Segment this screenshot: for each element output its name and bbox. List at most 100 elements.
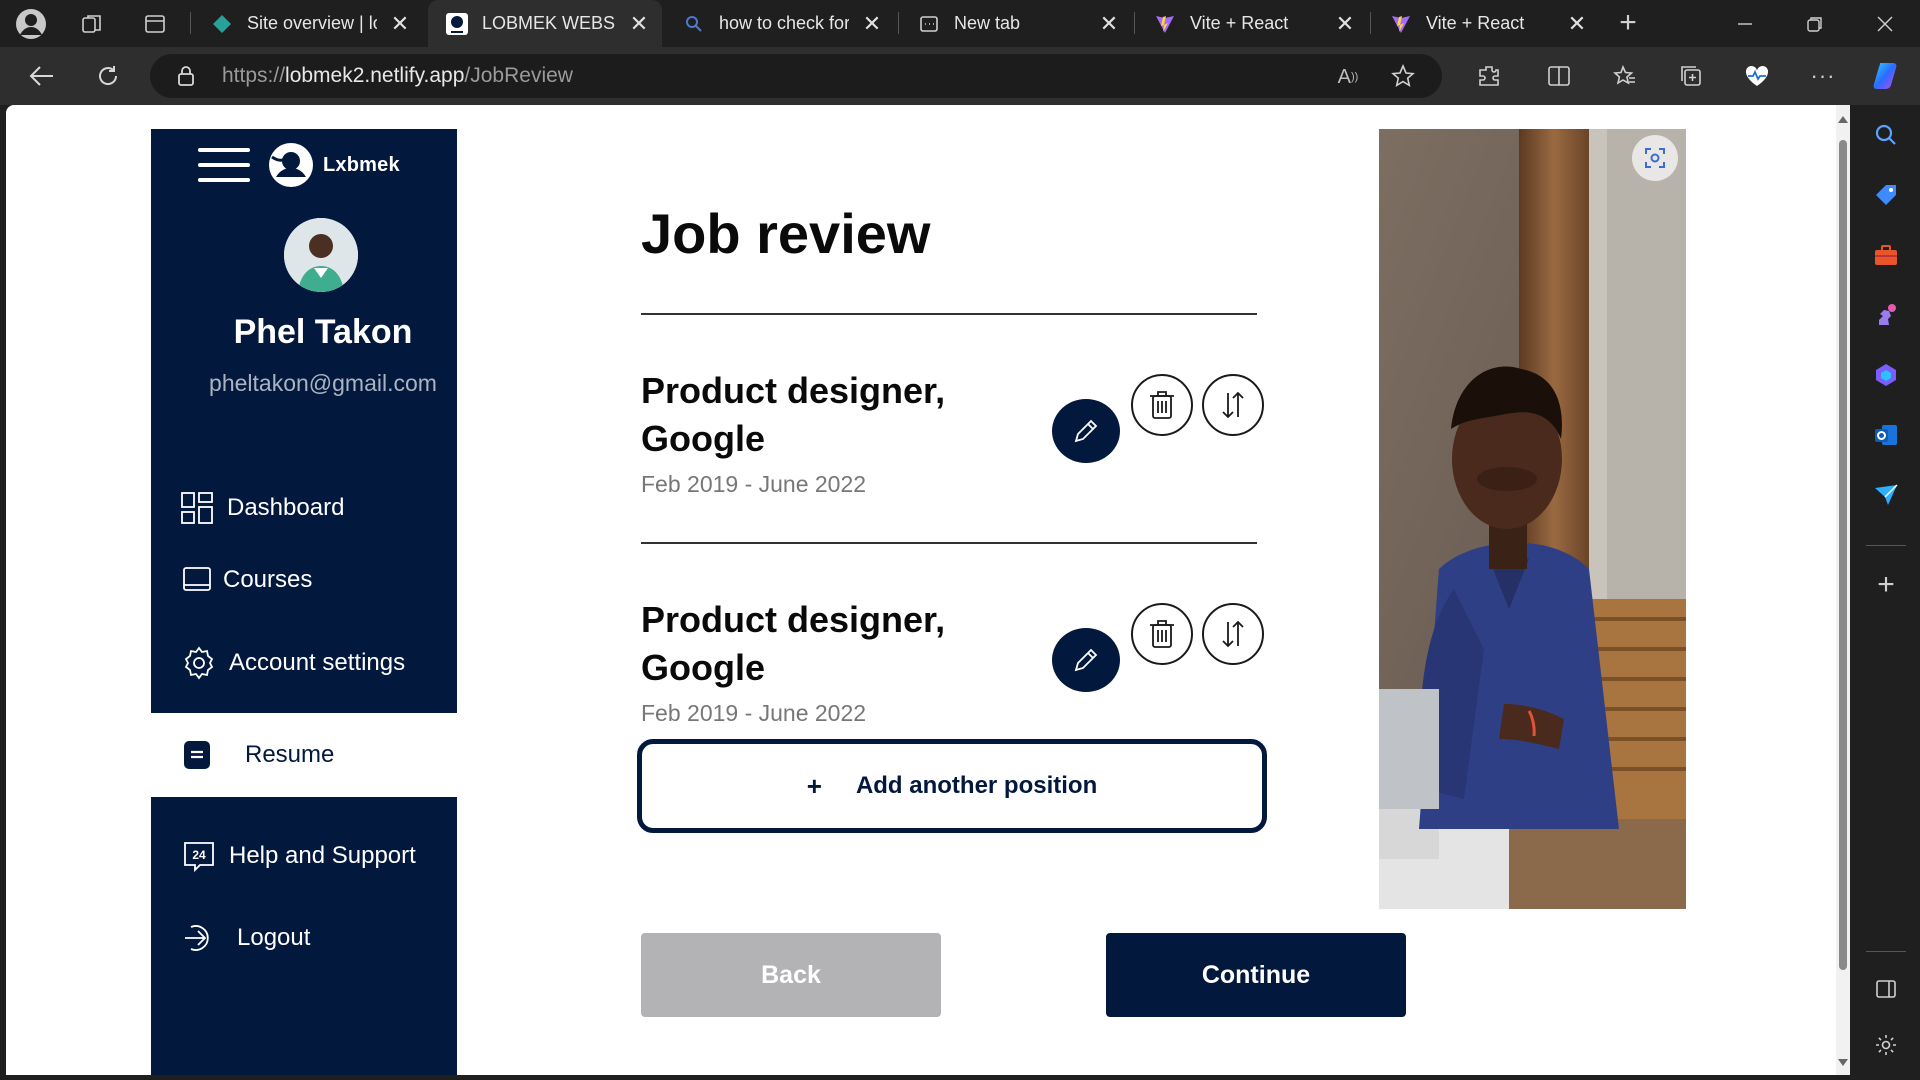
page-title: Job review [641,202,931,265]
support-24-icon: 24 [181,838,217,874]
reorder-button[interactable] [1202,374,1264,436]
url-scheme: https:// [222,64,286,87]
app-sidebar: Lxbmek Phel Takon pheltakon@gmail.com Da… [151,129,457,1075]
tab-close-icon[interactable]: ✕ [1566,11,1588,36]
restore-icon[interactable] [1800,10,1830,38]
browser-tab-bar: Site overview | lo ✕ LOBMEK WEBSITE ✕ ho… [0,0,1920,47]
favorite-star-icon[interactable] [1390,63,1416,89]
delete-button[interactable] [1131,374,1193,436]
tab-separator [1134,12,1135,34]
copilot-small-icon[interactable] [1872,361,1900,389]
vite-icon [1154,13,1176,35]
tab-lobmek-website[interactable]: LOBMEK WEBSITE ✕ [428,0,662,47]
scroll-up-arrow-icon[interactable] [1837,111,1849,123]
hamburger-menu-icon[interactable] [198,148,250,182]
tab-close-icon[interactable]: ✕ [1334,11,1356,36]
edit-button[interactable] [1052,399,1120,463]
collections-icon[interactable] [1676,61,1706,91]
nav-label: Courses [223,566,313,593]
trash-icon [1150,391,1174,419]
logout-icon [181,920,217,956]
favorites-icon[interactable] [1610,61,1640,91]
add-position-button[interactable]: + Add another position [637,739,1267,833]
tab-label: Site overview | lo [247,13,377,33]
netlify-icon [211,13,233,35]
tab-close-icon[interactable]: ✕ [1098,11,1120,36]
url-text[interactable]: https://lobmek2.netlify.app/JobReview [222,64,573,88]
tab-close-icon[interactable]: ✕ [861,11,883,36]
page-scrollbar[interactable] [1836,105,1850,1075]
scrollbar-thumb[interactable] [1839,140,1847,970]
logo[interactable]: Lxbmek [267,141,400,189]
visual-search-icon[interactable] [1632,135,1678,181]
tab-vite-react-1[interactable]: Vite + React ✕ [1136,0,1368,47]
back-button[interactable]: Back [641,933,941,1017]
vite-icon [1390,13,1412,35]
browser-essentials-icon[interactable] [1742,61,1772,91]
nav-item-logout[interactable]: Logout [151,913,457,963]
refresh-icon[interactable] [92,61,124,91]
tab-label: LOBMEK WEBSITE [482,13,616,33]
tab-vite-react-2[interactable]: Vite + React ✕ [1372,0,1600,47]
search-icon [683,13,705,35]
user-email: pheltakon@gmail.com [209,370,437,396]
svg-text:24: 24 [192,848,206,862]
nav-item-account-settings[interactable]: Account settings [151,638,457,688]
add-sidebar-app-icon[interactable]: + [1872,568,1900,601]
split-screen-icon[interactable] [1544,61,1574,91]
edit-button[interactable] [1052,628,1120,692]
shopping-tag-icon[interactable] [1872,181,1900,209]
tab-actions-icon[interactable] [141,10,169,38]
games-chess-icon[interactable] [1872,301,1900,329]
continue-button[interactable]: Continue [1106,933,1406,1017]
nav-item-courses[interactable]: Courses [151,555,457,605]
nav-item-dashboard[interactable]: Dashboard [151,483,457,533]
tab-new-tab[interactable]: New tab ✕ [900,0,1132,47]
reorder-button[interactable] [1202,603,1264,665]
close-window-icon[interactable] [1870,10,1900,38]
hero-photo [1379,129,1686,909]
tools-briefcase-icon[interactable] [1872,241,1900,269]
tab-close-icon[interactable]: ✕ [628,11,650,36]
nav-label: Help and Support [229,842,416,869]
scroll-down-arrow-icon[interactable] [1837,1055,1849,1066]
tab-label: how to check for [719,13,849,33]
divider [641,542,1257,544]
new-tab-plus-icon[interactable]: + [1613,6,1643,39]
avatar[interactable] [284,218,358,292]
address-bar[interactable]: https://lobmek2.netlify.app/JobReview A)… [150,54,1442,98]
extensions-icon[interactable] [1474,61,1504,91]
back-arrow-icon[interactable] [26,61,58,91]
sidebar-divider [1866,951,1906,952]
url-host: lobmek2.netlify.app [285,64,465,87]
nav-item-resume[interactable]: Resume [151,713,457,797]
minimize-icon[interactable] [1730,10,1760,38]
job-dates: Feb 2019 - June 2022 [641,700,867,726]
url-path: /JobReview [464,64,573,87]
pencil-icon [1074,648,1098,672]
profile-icon[interactable] [14,7,48,41]
browser-toolbar: https://lobmek2.netlify.app/JobReview A)… [0,47,1920,105]
nav-item-help-support[interactable]: 24 Help and Support [151,831,457,881]
read-aloud-icon[interactable]: A)) [1335,64,1361,90]
tab-close-icon[interactable]: ✕ [389,11,411,36]
sidebar-settings-gear-icon[interactable] [1872,1031,1900,1059]
tab-site-overview[interactable]: Site overview | lo ✕ [193,0,423,47]
more-options-icon[interactable]: ··· [1808,61,1838,91]
outlook-icon[interactable] [1872,421,1900,449]
tab-how-to-check[interactable]: how to check for ✕ [665,0,895,47]
hide-sidebar-icon[interactable] [1872,975,1900,1003]
add-position-label: Add another position [855,772,1098,799]
newtab-icon [918,13,940,35]
drop-send-icon[interactable] [1872,481,1900,509]
search-icon[interactable] [1872,121,1900,149]
tab-label: Vite + React [1426,13,1525,33]
delete-button[interactable] [1131,603,1193,665]
copilot-icon[interactable] [1870,58,1906,94]
nav-label: Resume [245,741,335,768]
courses-icon [179,562,215,598]
lock-icon[interactable] [174,64,198,88]
tab-separator [190,12,191,34]
workspaces-icon[interactable] [78,10,106,38]
logo-text: Lxbmek [323,153,400,176]
